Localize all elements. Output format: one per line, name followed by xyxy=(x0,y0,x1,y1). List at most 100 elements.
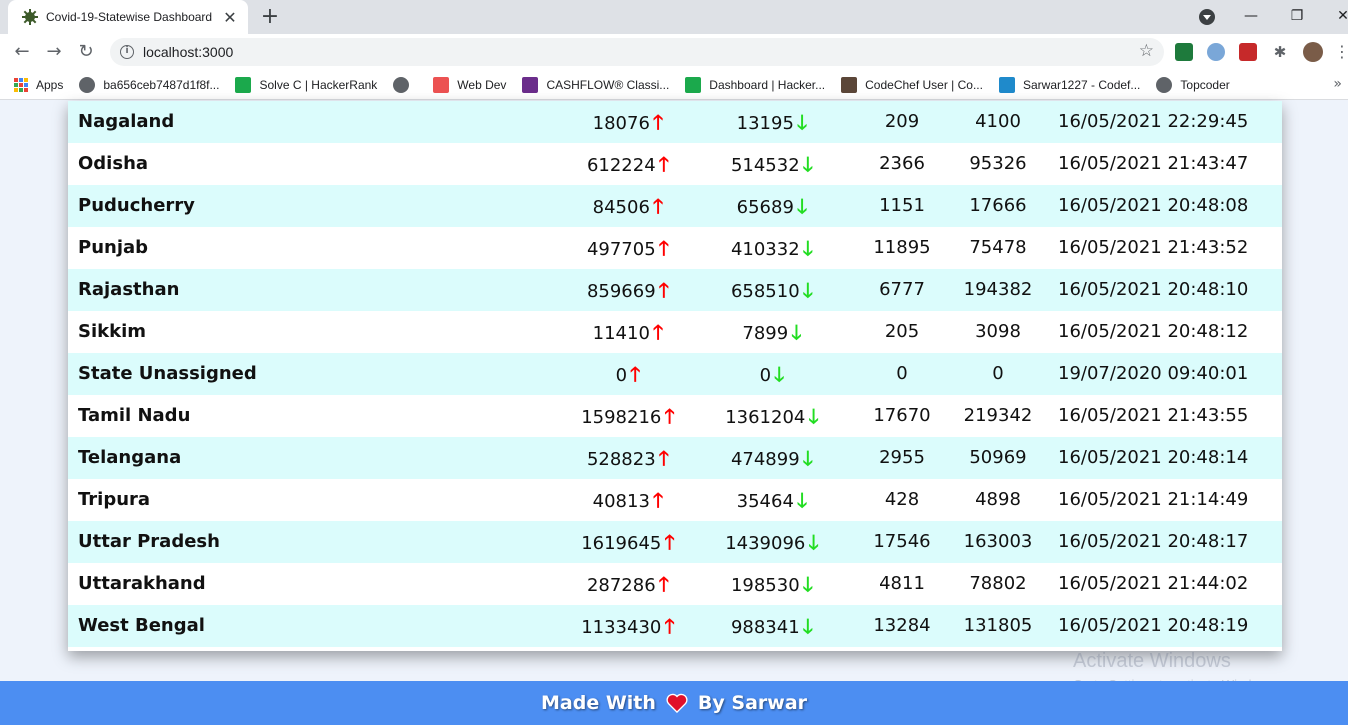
forward-arrow-icon[interactable]: → xyxy=(42,40,66,64)
puzzle-extensions-icon[interactable]: ✱ xyxy=(1271,43,1289,61)
confirmed-cell: 859669 🡑 xyxy=(548,269,708,311)
confirmed-value: 1598216 xyxy=(581,407,662,428)
bookmark-item[interactable]: Solve C | HackerRank xyxy=(235,76,378,93)
browser-toolbar: ← → ↻ i localhost:3000 ☆ ✱ ⋮ xyxy=(0,34,1348,70)
active-value: 75478 xyxy=(969,237,1027,258)
last-updated: 16/05/2021 20:48:14 xyxy=(1058,447,1249,468)
recovered-cell: 474899 🡓 xyxy=(692,437,852,479)
footer-author: By Sarwar xyxy=(697,692,808,714)
extension-red-icon[interactable] xyxy=(1239,43,1257,61)
arrow-down-icon: 🡓 xyxy=(802,278,814,302)
bookmark-item[interactable]: CASHFLOW® Classi... xyxy=(522,76,669,93)
arrow-up-icon: 🡑 xyxy=(630,362,641,386)
arrow-down-icon: 🡓 xyxy=(802,446,814,470)
state-name: Rajasthan xyxy=(78,279,180,300)
recovered-cell: 65689 🡓 xyxy=(692,185,852,227)
confirmed-value: 528823 xyxy=(586,449,656,470)
profile-avatar[interactable] xyxy=(1303,42,1323,62)
bookmark-label: Solve C | HackerRank xyxy=(259,77,378,92)
state-name: Odisha xyxy=(78,153,149,174)
new-tab-button[interactable]: + xyxy=(258,4,282,30)
bookmark-item[interactable]: Apps xyxy=(14,77,63,92)
browser-tab-bar: Covid-19-Statewise Dashboard ✕ + — ❐ ✕ xyxy=(0,0,1348,34)
confirmed-cell: 18076 🡑 xyxy=(548,101,708,143)
bookmark-item[interactable]: Sarwar1227 - Codef... xyxy=(998,76,1140,93)
url-text[interactable]: localhost:3000 xyxy=(143,44,233,60)
state-name: Telangana xyxy=(78,447,182,468)
bookmark-item[interactable]: Dashboard | Hacker... xyxy=(685,76,825,93)
bookmark-item[interactable]: Web Dev xyxy=(433,76,506,93)
confirmed-cell: 84506 🡑 xyxy=(548,185,708,227)
confirmed-cell: 1133430 🡑 xyxy=(548,605,708,647)
statewise-table: Nagaland 18076 🡑 13195 🡓 209 4100 16/05/2021 22… xyxy=(68,101,1282,651)
bookmark-item[interactable]: CodeChef User | Co... xyxy=(841,76,983,93)
active-value: 50969 xyxy=(969,447,1027,468)
tab-close-icon[interactable]: ✕ xyxy=(222,8,238,27)
menu-kebab-icon[interactable]: ⋮ xyxy=(1334,42,1348,62)
confirmed-value: 859669 xyxy=(586,281,656,302)
state-name: Puducherry xyxy=(78,195,195,216)
address-bar[interactable]: i localhost:3000 ☆ xyxy=(110,38,1164,66)
arrow-up-icon: 🡑 xyxy=(652,194,664,218)
recovered-value: 198530 xyxy=(730,575,800,596)
recovered-value: 1361204 xyxy=(725,407,806,428)
confirmed-cell: 40813 🡑 xyxy=(548,479,708,521)
last-updated: 16/05/2021 21:43:47 xyxy=(1058,153,1249,174)
bookmark-item[interactable]: ba656ceb7487d1f8f... xyxy=(79,76,220,93)
confirmed-value: 0 xyxy=(615,365,628,386)
udemy-icon xyxy=(433,76,450,93)
bookmark-item[interactable]: Topcoder xyxy=(1156,76,1230,93)
state-name: Tamil Nadu xyxy=(78,405,191,426)
confirmed-value: 18076 xyxy=(592,113,650,134)
confirmed-value: 287286 xyxy=(586,575,656,596)
last-updated: 16/05/2021 22:29:45 xyxy=(1058,111,1249,132)
tab-title: Covid-19-Statewise Dashboard xyxy=(46,10,213,24)
arrow-up-icon: 🡑 xyxy=(658,236,670,260)
active-value: 78802 xyxy=(969,573,1027,594)
confirmed-cell: 612224 🡑 xyxy=(548,143,708,185)
bookmarks-more-icon[interactable]: » xyxy=(1333,76,1342,92)
table-row: Punjab 497705 🡑 410332 🡓 11895 75478 16/05/2021… xyxy=(68,227,1282,269)
bookmark-label: ba656ceb7487d1f8f... xyxy=(103,77,220,92)
bookmark-item[interactable] xyxy=(393,76,417,93)
table-row: Sikkim 11410 🡑 7899 🡓 205 3098 16/05/2021 20:48… xyxy=(68,311,1282,353)
bookmark-label: CodeChef User | Co... xyxy=(865,77,983,92)
reload-icon[interactable]: ↻ xyxy=(74,40,98,64)
active-value: 95326 xyxy=(969,153,1027,174)
extension-icon[interactable] xyxy=(1207,43,1225,61)
state-name: Nagaland xyxy=(78,111,175,132)
site-info-icon[interactable]: i xyxy=(120,45,134,59)
codechef-icon xyxy=(841,76,858,93)
back-arrow-icon[interactable]: ← xyxy=(10,40,34,64)
tab-search-icon[interactable] xyxy=(1199,9,1215,25)
virus-favicon-icon xyxy=(22,9,38,25)
last-updated: 16/05/2021 20:48:19 xyxy=(1058,615,1249,636)
last-updated: 16/05/2021 21:43:52 xyxy=(1058,237,1249,258)
state-name: Tripura xyxy=(78,489,151,510)
maximize-button[interactable]: ❐ xyxy=(1274,0,1320,32)
recovered-cell: 13195 🡓 xyxy=(692,101,852,143)
arrow-down-icon: 🡓 xyxy=(802,614,814,638)
browser-tab[interactable]: Covid-19-Statewise Dashboard ✕ xyxy=(8,0,248,34)
minimize-button[interactable]: — xyxy=(1228,0,1274,32)
confirmed-cell: 11410 🡑 xyxy=(548,311,708,353)
arrow-up-icon: 🡑 xyxy=(658,278,670,302)
arrow-up-icon: 🡑 xyxy=(658,572,670,596)
active-value: 17666 xyxy=(969,195,1027,216)
arrow-down-icon: 🡓 xyxy=(802,236,814,260)
table-row: Odisha 612224 🡑 514532 🡓 2366 95326 16/05/2021 … xyxy=(68,143,1282,185)
arrow-up-icon: 🡑 xyxy=(652,488,664,512)
arrow-up-icon: 🡑 xyxy=(664,614,675,638)
close-window-button[interactable]: ✕ xyxy=(1320,0,1348,32)
recovered-cell: 658510 🡓 xyxy=(692,269,852,311)
arrow-up-icon: 🡑 xyxy=(664,530,675,554)
footer-made-with: Made With xyxy=(540,692,656,714)
recovered-cell: 514532 🡓 xyxy=(692,143,852,185)
bookmark-star-icon[interactable]: ☆ xyxy=(1139,41,1154,61)
state-name: Sikkim xyxy=(78,321,147,342)
active-value: 131805 xyxy=(963,615,1033,636)
confirmed-cell: 497705 🡑 xyxy=(548,227,708,269)
arrow-up-icon: 🡑 xyxy=(664,404,675,428)
excel-extension-icon[interactable] xyxy=(1175,43,1193,61)
arrow-down-icon: 🡓 xyxy=(774,362,785,386)
